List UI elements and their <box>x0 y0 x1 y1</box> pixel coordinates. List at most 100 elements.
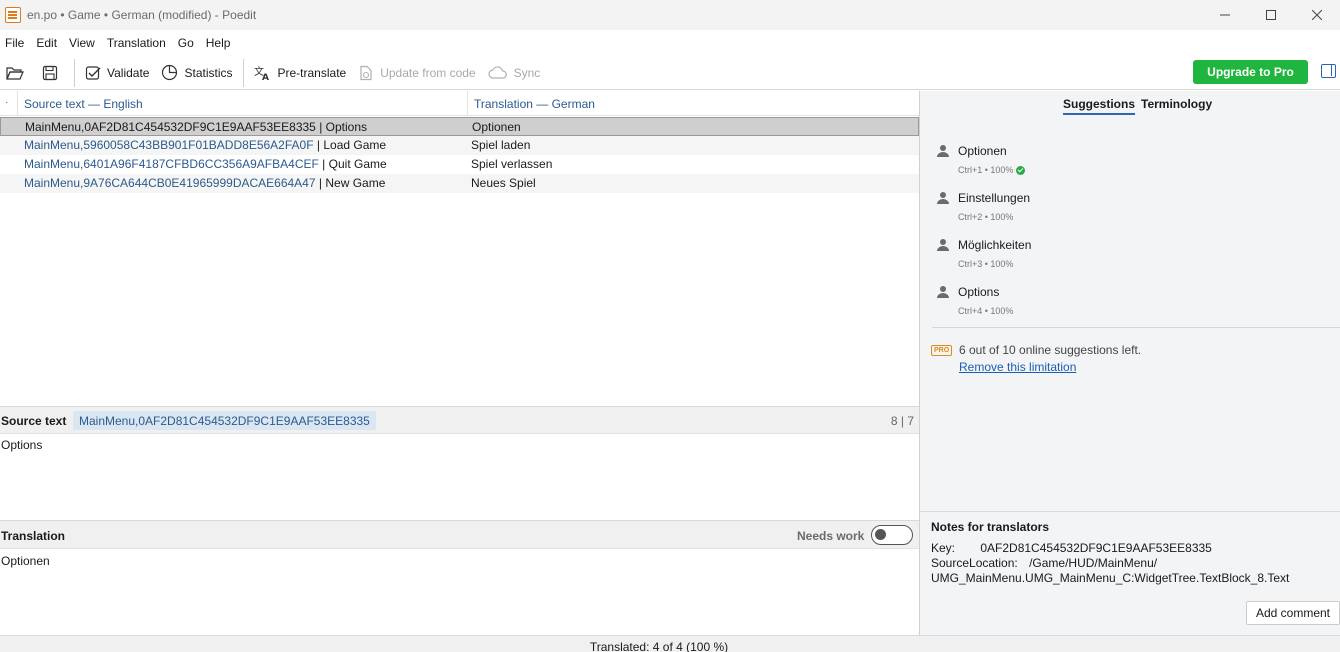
column-source-text[interactable]: Source text — English <box>24 97 143 111</box>
window-title: en.po • Game • German (modified) - Poedi… <box>27 8 257 22</box>
translation-label: Translation <box>1 529 66 543</box>
translation-input[interactable]: Optionen <box>1 554 50 568</box>
tab-terminology[interactable]: Terminology <box>1141 97 1212 111</box>
notes-key-line: Key: 0AF2D81C454532DF9C1E9AAF53EE8335 <box>931 541 1212 555</box>
open-button[interactable] <box>0 59 36 87</box>
status-bar: Translated: 4 of 4 (100 %) <box>0 635 1340 652</box>
row-source: MainMenu,5960058C43BB901F01BADD8E56A2FA0… <box>24 138 386 152</box>
column-status[interactable]: · <box>5 97 8 108</box>
toggle-knob <box>875 529 886 540</box>
minimize-icon <box>1220 14 1230 16</box>
sync-label: Sync <box>513 65 541 80</box>
menu-view[interactable]: View <box>63 36 101 50</box>
column-divider[interactable] <box>17 91 18 116</box>
pro-badge: PRO <box>931 345 953 356</box>
table-row[interactable]: MainMenu,0AF2D81C454532DF9C1E9AAF53EE833… <box>0 117 919 136</box>
pie-chart-icon <box>162 64 178 81</box>
table-row[interactable]: MainMenu,5960058C43BB901F01BADD8E56A2FA0… <box>0 136 919 155</box>
row-source: MainMenu,0AF2D81C454532DF9C1E9AAF53EE833… <box>25 120 367 134</box>
row-translation: Optionen <box>472 120 521 134</box>
source-text-header: Source text MainMenu,0AF2D81C454532DF9C1… <box>0 406 919 434</box>
menu-go[interactable]: Go <box>172 36 200 50</box>
title-bar: en.po • Game • German (modified) - Poedi… <box>0 0 1340 30</box>
statistics-label: Statistics <box>184 65 233 80</box>
update-from-code-button[interactable]: Update from code <box>352 59 481 87</box>
context-chip: MainMenu,0AF2D81C454532DF9C1E9AAF53EE833… <box>73 411 376 430</box>
translation-header: Translation Needs work <box>0 520 919 549</box>
maximize-button[interactable] <box>1248 0 1294 30</box>
list-header: · Source text — English Translation — Ge… <box>0 91 919 116</box>
verified-check-icon <box>1016 165 1026 175</box>
statistics-button[interactable]: Statistics <box>155 59 238 87</box>
online-suggestions-left: 6 out of 10 online suggestions left. <box>959 343 1142 357</box>
menu-bar: File Edit View Translation Go Help <box>0 30 1340 56</box>
row-source: MainMenu,9A76CA644CB0E41965999DACAE664A4… <box>24 176 385 190</box>
notes-location-line2: UMG_MainMenu.UMG_MainMenu_C:WidgetTree.T… <box>931 571 1290 585</box>
tab-suggestions[interactable]: Suggestions <box>1063 97 1136 115</box>
validate-label: Validate <box>107 65 150 80</box>
close-icon <box>1312 10 1322 20</box>
row-source-value: Options <box>325 120 368 134</box>
toolbar-separator <box>242 58 244 87</box>
menu-translation[interactable]: Translation <box>101 36 172 50</box>
person-icon <box>937 145 949 157</box>
menu-help[interactable]: Help <box>200 36 237 50</box>
row-separator: | <box>316 138 320 152</box>
notes-key-value: 0AF2D81C454532DF9C1E9AAF53EE8335 <box>980 541 1212 555</box>
notes-location-value: /Game/HUD/MainMenu/ <box>1029 556 1158 570</box>
row-source-value: New Game <box>325 176 386 190</box>
suggestion-meta: Ctrl+2 • 100% <box>958 212 1014 222</box>
row-key: MainMenu,0AF2D81C454532DF9C1E9AAF53EE833… <box>25 120 316 134</box>
validate-button[interactable]: Validate <box>79 59 155 87</box>
close-button[interactable] <box>1294 0 1340 30</box>
document-refresh-icon <box>360 65 372 80</box>
row-separator: | <box>319 120 323 134</box>
notes-title: Notes for translators <box>931 520 1050 534</box>
sidebar: Suggestions Terminology Optionen Ctrl+1 … <box>920 91 1340 635</box>
source-text-label: Source text <box>1 414 67 428</box>
row-key: MainMenu,6401A96F4187CFBD6CC356A9AFBA4CE… <box>24 157 319 171</box>
char-count: 8 | 7 <box>890 414 914 428</box>
translated-status: Translated: 4 of 4 (100 %) <box>589 640 729 652</box>
add-comment-button[interactable]: Add comment <box>1246 601 1340 625</box>
needs-work-toggle[interactable] <box>871 525 913 545</box>
suggestion-meta: Ctrl+3 • 100% <box>958 259 1014 269</box>
suggestion-meta: Ctrl+1 • 100% <box>958 165 1026 175</box>
suggestion-text: Optionen <box>958 144 1007 158</box>
translate-icon: 文A <box>254 65 269 81</box>
person-icon <box>937 286 949 298</box>
needs-work-label: Needs work <box>797 529 865 543</box>
menu-file[interactable]: File <box>0 36 30 50</box>
minimize-button[interactable] <box>1202 0 1248 30</box>
translation-list: MainMenu,0AF2D81C454532DF9C1E9AAF53EE833… <box>0 117 919 193</box>
notes-key-label: Key: <box>931 541 956 555</box>
pretranslate-button[interactable]: 文A Pre-translate <box>248 59 353 87</box>
row-key: MainMenu,9A76CA644CB0E41965999DACAE664A4… <box>24 176 316 190</box>
table-row[interactable]: MainMenu,6401A96F4187CFBD6CC356A9AFBA4CE… <box>0 155 919 174</box>
save-button[interactable] <box>36 59 70 87</box>
row-source: MainMenu,6401A96F4187CFBD6CC356A9AFBA4CE… <box>24 157 387 171</box>
update-from-code-label: Update from code <box>380 65 476 80</box>
column-divider[interactable] <box>467 91 468 116</box>
sync-button[interactable]: Sync <box>482 59 547 87</box>
notes-location-line: SourceLocation: /Game/HUD/MainMenu/ <box>931 556 1157 570</box>
maximize-icon <box>1266 10 1276 20</box>
source-text-body: Options <box>1 438 43 452</box>
menu-edit[interactable]: Edit <box>30 36 63 50</box>
cloud-sync-icon <box>488 65 507 79</box>
toolbar: Validate Statistics 文A Pre-translate Upd… <box>0 56 1340 90</box>
pretranslate-label: Pre-translate <box>277 65 347 80</box>
table-row[interactable]: MainMenu,9A76CA644CB0E41965999DACAE664A4… <box>0 174 919 193</box>
row-key: MainMenu,5960058C43BB901F01BADD8E56A2FA0… <box>24 138 314 152</box>
row-source-value: Quit Game <box>328 157 387 171</box>
column-translation[interactable]: Translation — German <box>474 97 595 111</box>
notes-location-label: SourceLocation: <box>931 556 1018 570</box>
suggestion-shortcut: Ctrl+1 • 100% <box>958 165 1014 175</box>
row-translation: Spiel verlassen <box>471 157 553 171</box>
sidebar-toggle-icon[interactable] <box>1321 64 1336 78</box>
window-controls <box>1202 0 1340 30</box>
upgrade-to-pro-button[interactable]: Upgrade to Pro <box>1193 60 1308 84</box>
remove-limitation-link[interactable]: Remove this limitation <box>959 360 1076 374</box>
row-source-value: Load Game <box>323 138 387 152</box>
notes-for-translators: Notes for translators Key: 0AF2D81C45453… <box>920 511 1340 635</box>
